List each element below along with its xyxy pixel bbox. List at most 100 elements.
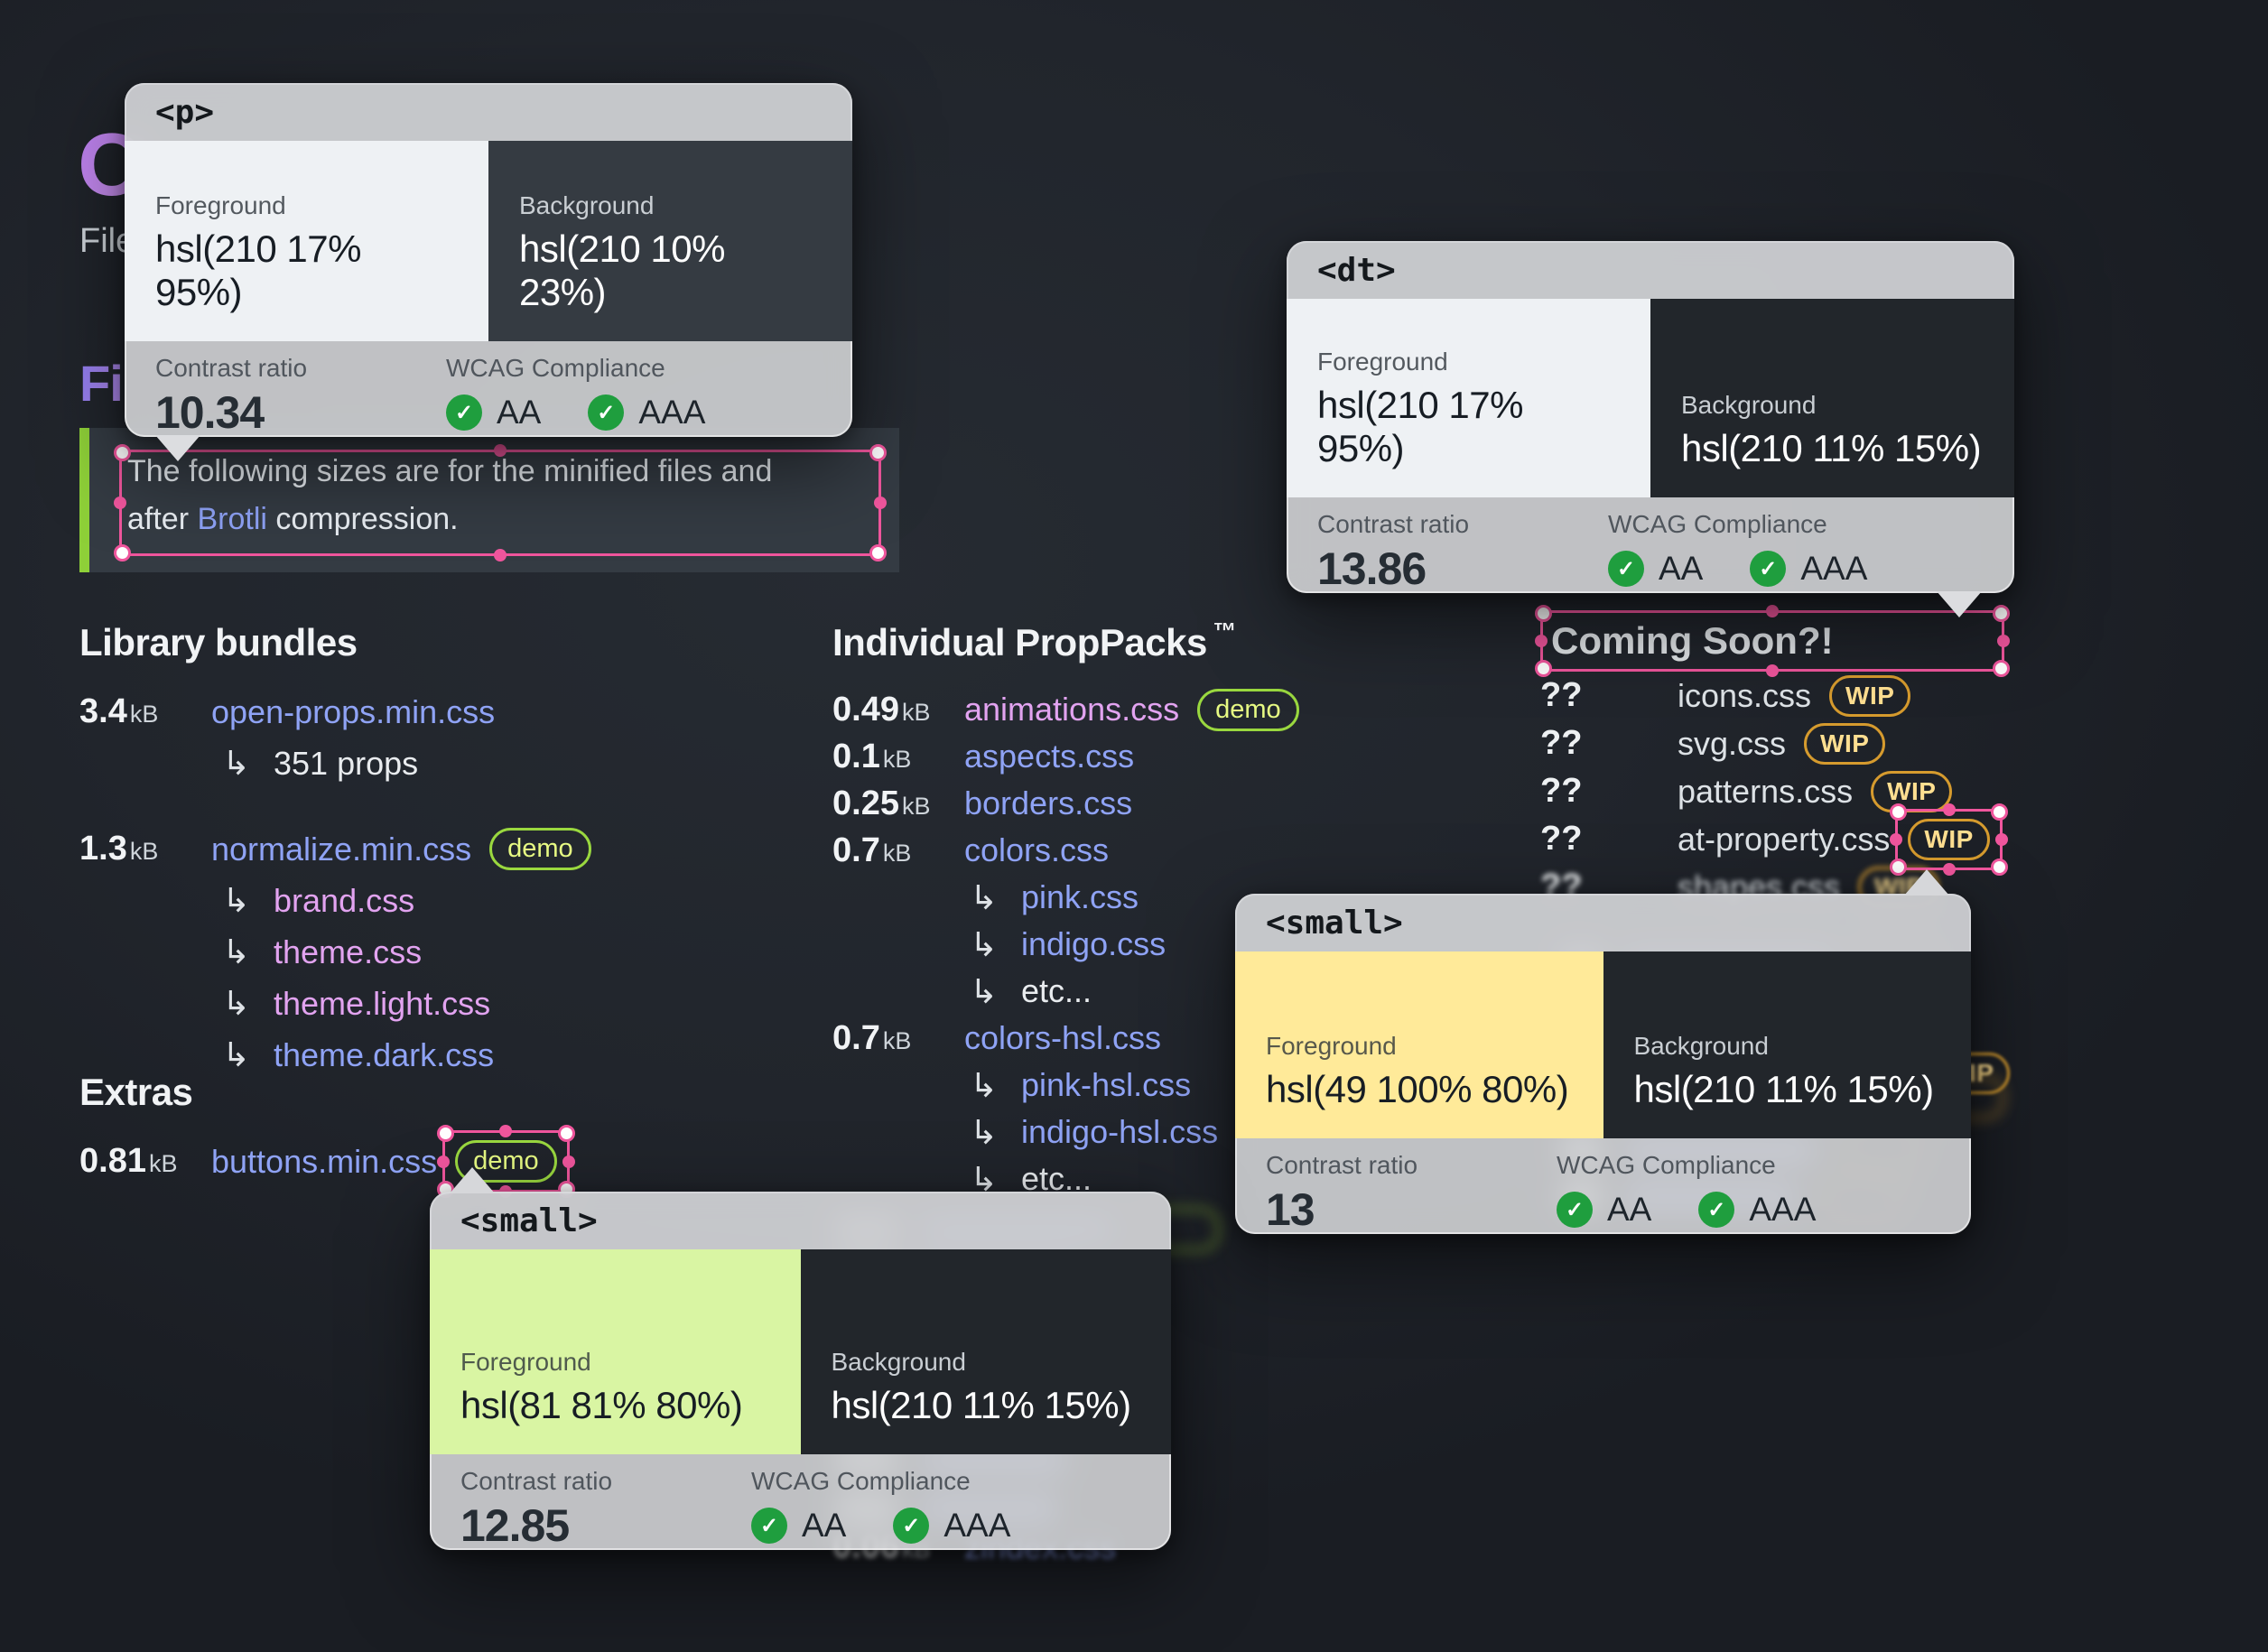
file-link[interactable]: theme.light.css	[274, 985, 490, 1023]
check-icon: ✓	[1608, 551, 1644, 587]
file-name: at-property.css	[1678, 820, 1891, 858]
list-item: 0.7 kB colors.css	[832, 827, 1299, 874]
brotli-link[interactable]: Brotli	[197, 502, 266, 536]
selection-handle[interactable]	[557, 1125, 575, 1142]
selection-handle[interactable]	[1990, 858, 2008, 876]
proppacks-section: Individual PropPacks ™ 0.49 kB animations.c…	[832, 617, 1299, 1202]
sub-list-item: ↳ 351 props	[79, 738, 591, 789]
background-swatch: Background hsl(210 10% 23%)	[488, 141, 852, 341]
unknown-size: ??	[1540, 724, 1583, 762]
unknown-size: ??	[1540, 820, 1583, 858]
swatch-value: hsl(210 10% 23%)	[519, 227, 725, 313]
wip-badge: WIP	[1871, 770, 1953, 812]
file-link[interactable]: colors.css	[964, 831, 1109, 869]
swatch-label: Background	[831, 1348, 966, 1376]
selection-handle[interactable]	[1993, 660, 2010, 677]
swatch-value: hsl(210 11% 15%)	[1681, 427, 1982, 469]
swatch-label: Background	[1633, 1032, 1769, 1060]
file-size: 1.3 kB	[79, 830, 211, 868]
selection-handle[interactable]	[1990, 803, 2008, 821]
trademark-symbol: ™	[1206, 617, 1237, 645]
file-note: etc...	[1021, 972, 1092, 1009]
selection-handle[interactable]	[1890, 832, 1903, 846]
file-link[interactable]: buttons.min.css	[211, 1143, 437, 1181]
list-item: 0.49 kB animations.css demo	[832, 686, 1299, 733]
file-size: 0.7 kB	[832, 1019, 964, 1058]
popover-header: <p>	[125, 83, 852, 141]
file-size-unit: kB	[901, 792, 931, 820]
foreground-swatch: Foreground hsl(210 17% 95%)	[125, 141, 488, 341]
swatch-value: hsl(210 11% 15%)	[831, 1384, 1132, 1426]
wcag-label: WCAG Compliance	[1608, 510, 1827, 538]
file-link[interactable]: colors-hsl.css	[964, 1019, 1161, 1057]
file-link[interactable]: brand.css	[274, 882, 414, 920]
wcag-level-label: AAA	[1800, 550, 1868, 587]
wcag-level-label: AAA	[943, 1507, 1011, 1544]
list-item: 3.4 kB open-props.min.css	[79, 686, 591, 738]
file-size: 3.4 kB	[79, 692, 211, 731]
selection-handle[interactable]	[437, 1125, 455, 1142]
popover-tail-icon	[450, 1167, 495, 1193]
selection-handle[interactable]	[562, 1155, 575, 1168]
wcag-aa-pass: ✓ AA	[751, 1507, 846, 1545]
file-size-value: 0.49	[832, 690, 899, 729]
contrast-ratio-block: Contrast ratio 13	[1266, 1151, 1557, 1235]
file-link[interactable]: aspects.css	[964, 738, 1134, 775]
file-link[interactable]: borders.css	[964, 784, 1132, 822]
coming-soon-heading: Coming Soon?!	[1551, 619, 1834, 662]
file-link[interactable]: indigo-hsl.css	[1021, 1113, 1218, 1151]
check-icon: ✓	[751, 1508, 787, 1544]
sub-list-item: ↳ theme.light.css	[79, 978, 591, 1029]
wcag-block: WCAG Compliance ✓ AA ✓ AAA	[446, 354, 705, 437]
sub-file-entry: ↳ pink-hsl.css	[964, 1066, 1191, 1105]
file-name: patterns.css	[1678, 772, 1854, 810]
wcag-aa-pass: ✓ AA	[446, 394, 541, 432]
element-tag: <small>	[1266, 904, 1403, 942]
wcag-aa-pass: ✓ AA	[1557, 1191, 1651, 1229]
wcag-aaa-pass: ✓ AAA	[1750, 550, 1867, 588]
coming-soon-item: ?? at-property.css WIP	[1540, 803, 2008, 876]
swatch-pair: Foreground hsl(81 81% 80%) Background hsl(2…	[430, 1249, 1171, 1454]
check-icon: ✓	[1557, 1192, 1593, 1228]
file-size: 0.81 kB	[79, 1142, 211, 1181]
return-arrow-icon: ↳	[222, 933, 251, 971]
file-link[interactable]: pink-hsl.css	[1021, 1066, 1191, 1104]
file-size: 0.7 kB	[832, 831, 964, 870]
selection-handle[interactable]	[1997, 635, 2010, 647]
file-link[interactable]: indigo.css	[1021, 925, 1166, 963]
selection-handle[interactable]	[1993, 605, 2010, 622]
sub-file-entry: ↳ pink.css	[964, 878, 1139, 917]
contrast-ratio-block: Contrast ratio 13.86	[1317, 510, 1608, 594]
sub-list-item: ↳ brand.css	[79, 875, 591, 926]
file-name: svg.css	[1678, 724, 1787, 762]
wcag-aaa-pass: ✓ AAA	[588, 394, 705, 432]
file-entry: icons.css WIP	[1678, 674, 1911, 717]
quote-line1: The following sizes are for the minified…	[127, 454, 773, 488]
wip-badge: WIP	[1804, 722, 1886, 765]
contrast-popover: <p> Foreground hsl(210 17% 95%) Background h…	[125, 83, 852, 461]
popover-tail-icon	[155, 435, 200, 461]
selection-handle[interactable]	[437, 1155, 451, 1168]
file-size-value: 0.81	[79, 1142, 146, 1180]
file-entry: borders.css	[964, 784, 1132, 822]
demo-badge[interactable]: demo	[489, 828, 591, 870]
check-icon: ✓	[446, 394, 482, 431]
wcag-block: WCAG Compliance ✓ AA ✓ AAA	[751, 1467, 1010, 1550]
wcag-label: WCAG Compliance	[1557, 1151, 1776, 1179]
selection-handle[interactable]	[1994, 832, 2008, 846]
file-link[interactable]: pink.css	[1021, 878, 1139, 916]
contrast-ratio-value: 13.86	[1317, 543, 1427, 594]
swatch-value: hsl(49 100% 80%)	[1266, 1068, 1569, 1110]
demo-badge[interactable]: demo	[1197, 688, 1299, 731]
file-link[interactable]: open-props.min.css	[211, 693, 495, 731]
file-entry: animations.css demo	[964, 688, 1299, 731]
file-link[interactable]: theme.dark.css	[274, 1036, 494, 1074]
file-link[interactable]: theme.css	[274, 933, 422, 971]
section-title: Library bundles	[79, 621, 358, 664]
file-link[interactable]: animations.css	[964, 691, 1179, 729]
wcag-level-label: AAA	[1749, 1191, 1817, 1228]
background-swatch: Background hsl(210 11% 15%)	[1650, 299, 2014, 497]
selection-handle[interactable]	[499, 1125, 513, 1137]
wcag-level-label: AA	[1607, 1191, 1652, 1228]
file-link[interactable]: normalize.min.css	[211, 831, 471, 868]
